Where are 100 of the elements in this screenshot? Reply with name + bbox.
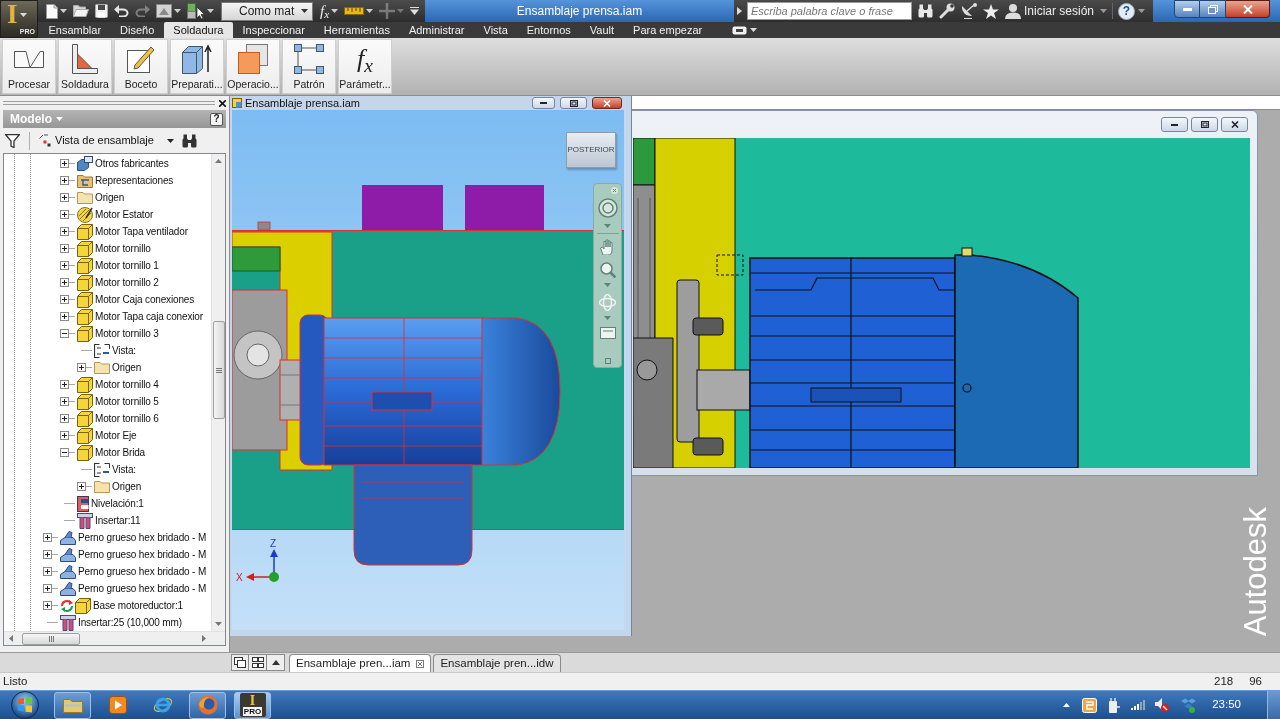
close-button[interactable] bbox=[1226, 0, 1270, 18]
expand-icon[interactable] bbox=[43, 567, 52, 576]
scroll-thumb[interactable] bbox=[22, 632, 80, 645]
ribbon-button[interactable]: Procesar bbox=[2, 39, 56, 94]
expand-icon[interactable] bbox=[60, 261, 69, 270]
restore-button[interactable] bbox=[560, 97, 587, 109]
expand-icon[interactable] bbox=[60, 397, 69, 406]
wrench-icon[interactable] bbox=[939, 3, 955, 19]
expand-icon[interactable] bbox=[60, 312, 69, 321]
expand-icon[interactable] bbox=[77, 482, 86, 491]
tree-item[interactable]: Origen bbox=[60, 189, 211, 206]
ribbon-tab[interactable]: Inspeccionar bbox=[233, 22, 315, 38]
formula-button[interactable]: f$_{x}$ bbox=[317, 1, 342, 21]
tree-item[interactable]: Origen bbox=[77, 478, 211, 495]
taskbar-button[interactable] bbox=[54, 691, 91, 719]
expand-icon[interactable] bbox=[60, 414, 69, 423]
taskbar-button[interactable]: I PRO bbox=[234, 691, 271, 719]
expand-icon[interactable] bbox=[77, 363, 86, 372]
view-cube[interactable]: POSTERIOR bbox=[566, 132, 616, 168]
ribbon-tab[interactable]: Vault bbox=[580, 22, 624, 38]
expand-icon[interactable] bbox=[43, 550, 52, 559]
show-desktop-button[interactable] bbox=[1267, 691, 1280, 719]
up-arrow-icon[interactable] bbox=[215, 159, 222, 163]
sign-in-button[interactable]: Iniciar sesión bbox=[1005, 2, 1108, 20]
horizontal-scrollbar[interactable] bbox=[4, 631, 225, 645]
filter-icon[interactable] bbox=[5, 133, 20, 148]
select-button[interactable] bbox=[184, 1, 217, 21]
expand-icon[interactable] bbox=[60, 278, 69, 287]
expand-icon[interactable] bbox=[60, 380, 69, 389]
expand-icon[interactable] bbox=[60, 295, 69, 304]
right-arrow-icon[interactable] bbox=[202, 635, 206, 642]
tree-item[interactable]: Base motoreductor:1 bbox=[43, 597, 211, 614]
square-app-icon[interactable] bbox=[1082, 697, 1098, 713]
tree-item[interactable]: Vista: bbox=[77, 461, 211, 478]
close-button[interactable] bbox=[1221, 117, 1248, 132]
zoom-icon[interactable] bbox=[599, 262, 616, 278]
tree-item[interactable]: Vista: bbox=[77, 342, 211, 359]
ribbon-tab[interactable]: Soldadura bbox=[163, 22, 233, 38]
expand-icon[interactable] bbox=[60, 193, 69, 202]
tree-item[interactable]: Representaciones bbox=[60, 172, 211, 189]
tree-item[interactable]: Nivelación:1 bbox=[60, 495, 211, 512]
search-icon[interactable] bbox=[181, 133, 197, 148]
save-button[interactable] bbox=[92, 1, 111, 21]
ribbon-tab[interactable]: Herramientas bbox=[314, 22, 400, 38]
tree-item[interactable]: Motor tornillo 6 bbox=[60, 410, 211, 427]
appearance-button[interactable] bbox=[153, 1, 184, 21]
view-face-icon[interactable] bbox=[599, 327, 616, 339]
pan-hand-icon[interactable] bbox=[600, 239, 615, 255]
tree-item[interactable]: Insertar:11 bbox=[60, 512, 211, 529]
power-plug-icon[interactable] bbox=[1108, 697, 1121, 713]
minimize-button[interactable] bbox=[1174, 0, 1200, 18]
tree-item[interactable]: Motor Tapa ventilador bbox=[60, 223, 211, 240]
collapse-icon[interactable] bbox=[60, 329, 69, 338]
tree-item[interactable]: Perno grueso hex bridado - M bbox=[43, 580, 211, 597]
ribbon-button[interactable]: Operacio... bbox=[226, 39, 280, 94]
vertical-scrollbar[interactable] bbox=[211, 154, 225, 631]
close-icon[interactable] bbox=[219, 99, 226, 107]
expand-icon[interactable] bbox=[43, 584, 52, 593]
tree-item[interactable]: Motor tornillo 2 bbox=[60, 274, 211, 291]
document-tab[interactable]: Ensamblaje pren...idw bbox=[433, 654, 561, 672]
restore-button[interactable] bbox=[1200, 0, 1226, 18]
tree-item[interactable]: Motor tornillo 5 bbox=[60, 393, 211, 410]
scroll-thumb[interactable] bbox=[212, 321, 225, 419]
expand-icon[interactable] bbox=[60, 227, 69, 236]
search-icon[interactable] bbox=[918, 4, 933, 18]
detail-viewport[interactable] bbox=[633, 138, 1250, 468]
left-arrow-icon[interactable] bbox=[9, 635, 13, 642]
expand-icon[interactable] bbox=[43, 601, 52, 610]
close-button[interactable] bbox=[592, 97, 622, 109]
clock[interactable]: 23:50 bbox=[1212, 696, 1241, 714]
tree-item[interactable]: Motor Brida bbox=[60, 444, 211, 461]
window-list-button[interactable] bbox=[267, 654, 285, 671]
ribbon-button[interactable]: Soldadura bbox=[58, 39, 112, 94]
star-icon[interactable] bbox=[983, 3, 999, 19]
tree-item[interactable]: Perno grueso hex bridado - M bbox=[43, 529, 211, 546]
tree-item[interactable]: Motor Eje bbox=[60, 427, 211, 444]
ribbon-tab[interactable]: Diseño bbox=[110, 22, 164, 38]
tree-item[interactable]: Motor Estator bbox=[60, 206, 211, 223]
minimize-button[interactable] bbox=[532, 97, 555, 109]
down-arrow-icon[interactable] bbox=[215, 622, 222, 626]
expand-icon[interactable] bbox=[60, 431, 69, 440]
tree-item[interactable]: Perno grueso hex bridado - M bbox=[43, 546, 211, 563]
speaker-muted-icon[interactable] bbox=[1155, 698, 1170, 712]
material-dropdown[interactable]: Como mat bbox=[221, 1, 313, 21]
collapse-icon[interactable] bbox=[60, 448, 69, 457]
expand-icon[interactable] bbox=[60, 210, 69, 219]
expand-arrow-icon[interactable] bbox=[737, 7, 742, 15]
document-tab[interactable]: Ensamblaje pren...iam bbox=[289, 654, 432, 672]
expand-icon[interactable] bbox=[43, 533, 52, 542]
ribbon-tab[interactable]: Vista bbox=[474, 22, 518, 38]
ribbon-tab[interactable]: Entornos bbox=[517, 22, 581, 38]
cascade-button[interactable] bbox=[231, 654, 249, 671]
ribbon-tab[interactable]: Para empezar bbox=[623, 22, 712, 38]
tree-item[interactable]: Otros fabricantes bbox=[60, 155, 211, 172]
steering-wheel-icon[interactable] bbox=[597, 198, 618, 218]
tree-item[interactable]: Motor tornillo bbox=[60, 240, 211, 257]
restore-button[interactable] bbox=[1191, 117, 1218, 132]
tree-item[interactable]: Insertar:25 (10,000 mm) bbox=[43, 614, 211, 631]
new-button[interactable] bbox=[43, 1, 70, 21]
tree-item[interactable]: Motor tornillo 1 bbox=[60, 257, 211, 274]
